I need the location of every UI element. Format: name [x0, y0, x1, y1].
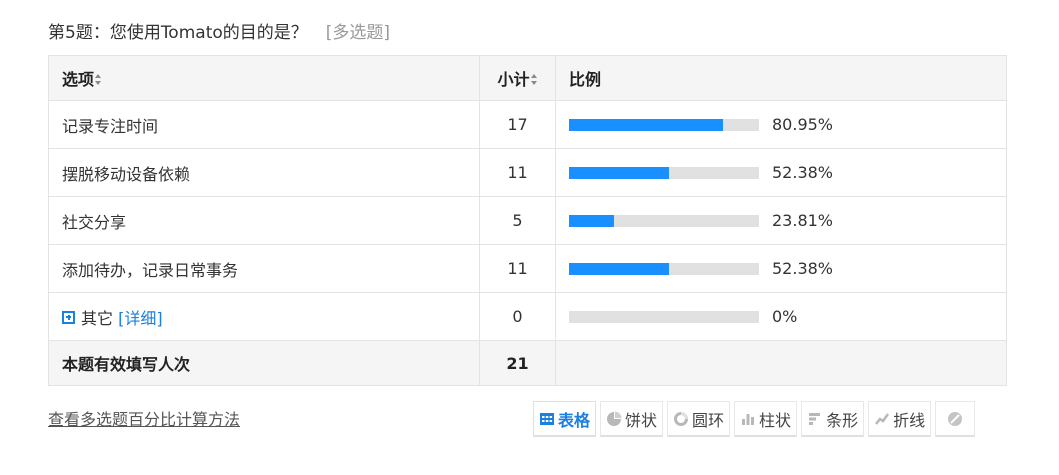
percent-label: 80.95%	[772, 115, 834, 134]
other-label: 其它	[81, 308, 114, 328]
detail-link[interactable]: [详细]	[118, 309, 163, 328]
progress-fill	[569, 166, 669, 179]
option-header-label: 选项	[62, 70, 95, 89]
progress-bar	[569, 214, 759, 227]
tab-line[interactable]: 折线	[868, 401, 932, 437]
option-cell: 摆脱移动设备依赖	[48, 148, 480, 197]
total-label: 本题有效填写人次	[48, 340, 480, 386]
pie-icon	[607, 411, 622, 426]
percent-label: 52.38%	[772, 259, 834, 278]
table-row: 添加待办，记录日常事务 11 52.38%	[48, 244, 1007, 293]
column-icon	[742, 413, 755, 425]
hide-icon	[948, 411, 963, 426]
tab-ring[interactable]: 圆环	[667, 401, 731, 437]
ratio-column-header: 比例	[555, 55, 1007, 101]
tab-label: 柱状	[759, 410, 792, 430]
tab-label: 折线	[893, 410, 926, 430]
ratio-cell: 52.38%	[555, 244, 1007, 293]
results-table: 选项 小计 比例 记录专注时间 17 80.95% 摆脱移动设备依赖 11 52…	[48, 55, 1007, 386]
tab-label: 圆环	[692, 410, 725, 430]
sort-icon[interactable]	[530, 74, 538, 85]
calc-method-link[interactable]: 查看多选题百分比计算方法	[48, 406, 240, 430]
percent-label: 23.81%	[772, 211, 834, 230]
progress-fill	[569, 118, 723, 131]
count-cell: 5	[479, 196, 556, 245]
option-cell: 添加待办，记录日常事务	[48, 244, 480, 293]
table-row: 社交分享 5 23.81%	[48, 196, 1007, 245]
chart-type-tabs: 表格 饼状 圆环 柱状 条形 折线	[533, 401, 976, 437]
percent-label: 52.38%	[772, 163, 834, 182]
progress-fill	[569, 262, 669, 275]
tab-label: 条形	[826, 410, 859, 430]
ratio-cell: 23.81%	[555, 196, 1007, 245]
count-cell: 17	[479, 100, 556, 149]
ratio-header-label: 比例	[569, 70, 602, 89]
progress-bar	[569, 310, 759, 323]
expand-plus-icon[interactable]	[62, 310, 75, 324]
sort-icon[interactable]	[95, 74, 102, 85]
progress-bar	[569, 118, 759, 131]
count-cell: 11	[479, 148, 556, 197]
option-column-header[interactable]: 选项	[48, 55, 480, 101]
question-text: 第5题：您使用Tomato的目的是？	[48, 23, 308, 43]
ratio-cell: 80.95%	[555, 100, 1007, 149]
option-cell-other: 其它 [详细]	[48, 292, 480, 341]
table-row: 记录专注时间 17 80.95%	[48, 100, 1007, 149]
line-icon	[875, 412, 890, 425]
tab-column[interactable]: 柱状	[734, 401, 798, 437]
table-header-row: 选项 小计 比例	[48, 55, 1007, 101]
option-cell: 记录专注时间	[48, 100, 480, 149]
total-row: 本题有效填写人次 21	[48, 340, 1007, 386]
tab-pie[interactable]: 饼状	[600, 401, 664, 437]
count-column-header[interactable]: 小计	[479, 55, 556, 101]
option-cell: 社交分享	[48, 196, 480, 245]
table-icon	[540, 412, 554, 425]
question-title: 第5题：您使用Tomato的目的是？ [多选题]	[48, 18, 390, 43]
total-empty-cell	[555, 340, 1007, 386]
table-row: 摆脱移动设备依赖 11 52.38%	[48, 148, 1007, 197]
count-cell: 11	[479, 244, 556, 293]
ring-icon	[674, 411, 689, 426]
tab-table[interactable]: 表格	[533, 401, 597, 437]
table-row-other: 其它 [详细] 0 0%	[48, 292, 1007, 341]
progress-fill	[569, 214, 615, 227]
tab-hide[interactable]	[935, 401, 976, 437]
count-header-label: 小计	[497, 70, 530, 89]
bar-icon	[809, 412, 821, 425]
ratio-cell: 0%	[555, 292, 1007, 341]
percent-label: 0%	[772, 307, 798, 326]
progress-bar	[569, 166, 759, 179]
total-count: 21	[479, 340, 556, 386]
progress-bar	[569, 262, 759, 275]
tab-label: 饼状	[625, 410, 658, 430]
ratio-cell: 52.38%	[555, 148, 1007, 197]
count-cell: 0	[479, 292, 556, 341]
question-type: [多选题]	[325, 23, 391, 43]
tab-label: 表格	[558, 410, 591, 430]
tab-bar[interactable]: 条形	[801, 401, 865, 437]
